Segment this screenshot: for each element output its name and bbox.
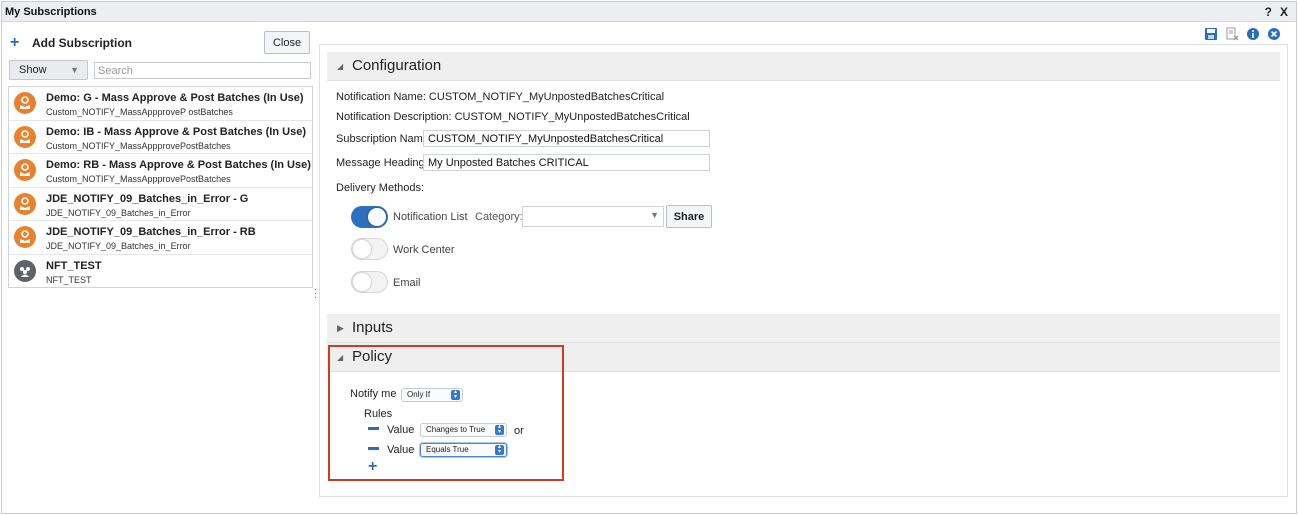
panel-splitter-handle[interactable]: · · ·: [314, 285, 317, 303]
window-title: My Subscriptions: [5, 6, 97, 18]
subscription-name: Demo: IB - Mass Approve & Post Batches (…: [46, 125, 306, 138]
person-icon: [14, 192, 36, 215]
add-subscription-label: Add Subscription: [32, 36, 132, 50]
add-subscription-button[interactable]: + Add Subscription: [10, 34, 132, 51]
close-button[interactable]: Close: [264, 31, 310, 54]
person-icon: [14, 125, 36, 148]
search-input[interactable]: [94, 62, 311, 79]
stepper-icon: ▴ ▾: [495, 444, 504, 455]
message-heading-label: Message Heading:: [336, 157, 428, 169]
email-toggle[interactable]: [351, 271, 388, 293]
stepper-icon: ▴ ▾: [451, 389, 460, 400]
chevron-down-icon: ▼: [70, 65, 79, 75]
toggle-knob: [368, 208, 386, 226]
window-close-icon[interactable]: X: [1280, 5, 1288, 19]
share-button[interactable]: Share: [666, 205, 712, 228]
notification-name: Notification Name: CUSTOM_NOTIFY_MyUnpos…: [336, 91, 665, 103]
list-item[interactable]: Demo: G - Mass Approve & Post Batches (I…: [9, 87, 312, 121]
collapse-triangle-icon: ◢: [337, 353, 344, 362]
remove-rule-icon[interactable]: [368, 427, 379, 430]
expand-triangle-icon: ▶: [337, 323, 344, 333]
show-dropdown[interactable]: Show ▼: [9, 60, 88, 80]
subscription-notification: Custom_NOTIFY_MassAppproveP ostBatches: [46, 107, 233, 117]
subscription-notification: JDE_NOTIFY_09_Batches_in_Error: [46, 241, 191, 251]
subscription-notification: JDE_NOTIFY_09_Batches_in_Error: [46, 207, 191, 218]
configuration-section-header[interactable]: ◢ Configuration: [327, 52, 1280, 81]
title-bar: My Subscriptions ? X: [2, 2, 1296, 22]
save-icon[interactable]: [1204, 27, 1219, 41]
subscription-name: Demo: RB - Mass Approve & Post Batches (…: [46, 159, 311, 171]
subscription-name: Demo: G - Mass Approve & Post Batches (I…: [46, 92, 304, 104]
notification-list-toggle[interactable]: [351, 206, 388, 228]
inputs-section-header[interactable]: ▶ Inputs: [327, 314, 1280, 343]
rule-condition-select[interactable]: Changes to True ▴ ▾: [420, 423, 507, 437]
rule-condition-value: Equals True: [426, 445, 469, 454]
plus-icon: +: [10, 34, 20, 51]
list-item[interactable]: Demo: RB - Mass Approve & Post Batches (…: [9, 154, 312, 188]
category-select[interactable]: ▼: [522, 206, 664, 227]
subscription-name: JDE_NOTIFY_09_Batches_in_Error - G: [46, 192, 249, 205]
notify-me-value: Only If: [407, 390, 431, 399]
rule-condition-value: Changes to True: [426, 425, 486, 434]
list-item[interactable]: Demo: IB - Mass Approve & Post Batches (…: [9, 121, 312, 154]
configuration-title: Configuration: [352, 57, 442, 74]
collapse-triangle-icon: ◢: [337, 62, 344, 71]
toggle-knob: [353, 240, 371, 258]
toggle-knob: [353, 273, 371, 291]
rules-label: Rules: [364, 408, 393, 420]
subscription-list: Demo: G - Mass Approve & Post Batches (I…: [8, 86, 313, 288]
remove-rule-icon[interactable]: [368, 447, 379, 450]
stepper-icon: ▴ ▾: [495, 424, 504, 435]
subscription-name-input[interactable]: [423, 130, 710, 147]
policy-section-header[interactable]: ◢ Policy: [327, 343, 1280, 372]
message-heading-input[interactable]: [423, 154, 710, 171]
person-icon: [14, 159, 36, 181]
inputs-title: Inputs: [352, 319, 393, 336]
subscription-name-label: Subscription Name:: [336, 133, 432, 145]
list-item[interactable]: NFT_TEST NFT_TEST: [9, 255, 312, 289]
subscription-name: NFT_TEST: [46, 259, 102, 272]
toolbar: [1204, 27, 1282, 41]
work-center-label: Work Center: [393, 244, 455, 256]
group-icon: [14, 259, 36, 282]
delivery-methods-label: Delivery Methods:: [336, 182, 425, 194]
notification-description: Notification Description: CUSTOM_NOTIFY_…: [336, 111, 690, 123]
close-circle-icon[interactable]: [1267, 27, 1282, 41]
subscription-name: JDE_NOTIFY_09_Batches_in_Error - RB: [46, 226, 256, 238]
category-label: Category:: [475, 211, 523, 223]
rule-joiner: or: [514, 425, 524, 437]
info-icon[interactable]: [1246, 27, 1261, 41]
notification-list-label: Notification List: [393, 211, 468, 223]
show-label: Show: [19, 64, 47, 76]
rule-condition-select[interactable]: Equals True ▴ ▾: [420, 443, 507, 457]
subscription-notification: Custom_NOTIFY_MassAppprovePostBatches: [46, 140, 231, 151]
delete-icon[interactable]: [1225, 27, 1240, 41]
person-icon: [14, 226, 36, 248]
help-icon[interactable]: ?: [1265, 5, 1272, 19]
subscription-notification: Custom_NOTIFY_MassAppprovePostBatches: [46, 174, 231, 184]
list-item[interactable]: JDE_NOTIFY_09_Batches_in_Error - G JDE_N…: [9, 188, 312, 221]
list-item[interactable]: JDE_NOTIFY_09_Batches_in_Error - RB JDE_…: [9, 221, 312, 255]
rule-value-label: Value: [387, 444, 415, 456]
email-label: Email: [393, 277, 421, 289]
rule-value-label: Value: [387, 424, 415, 436]
chevron-down-icon: ▼: [650, 210, 659, 220]
person-icon: [14, 92, 36, 114]
notify-me-select[interactable]: Only If ▴ ▾: [401, 388, 463, 402]
work-center-toggle[interactable]: [351, 238, 388, 260]
policy-title: Policy: [352, 348, 393, 365]
add-rule-icon[interactable]: +: [368, 459, 377, 475]
notify-me-label: Notify me: [350, 388, 397, 400]
subscription-notification: NFT_TEST: [46, 274, 92, 285]
